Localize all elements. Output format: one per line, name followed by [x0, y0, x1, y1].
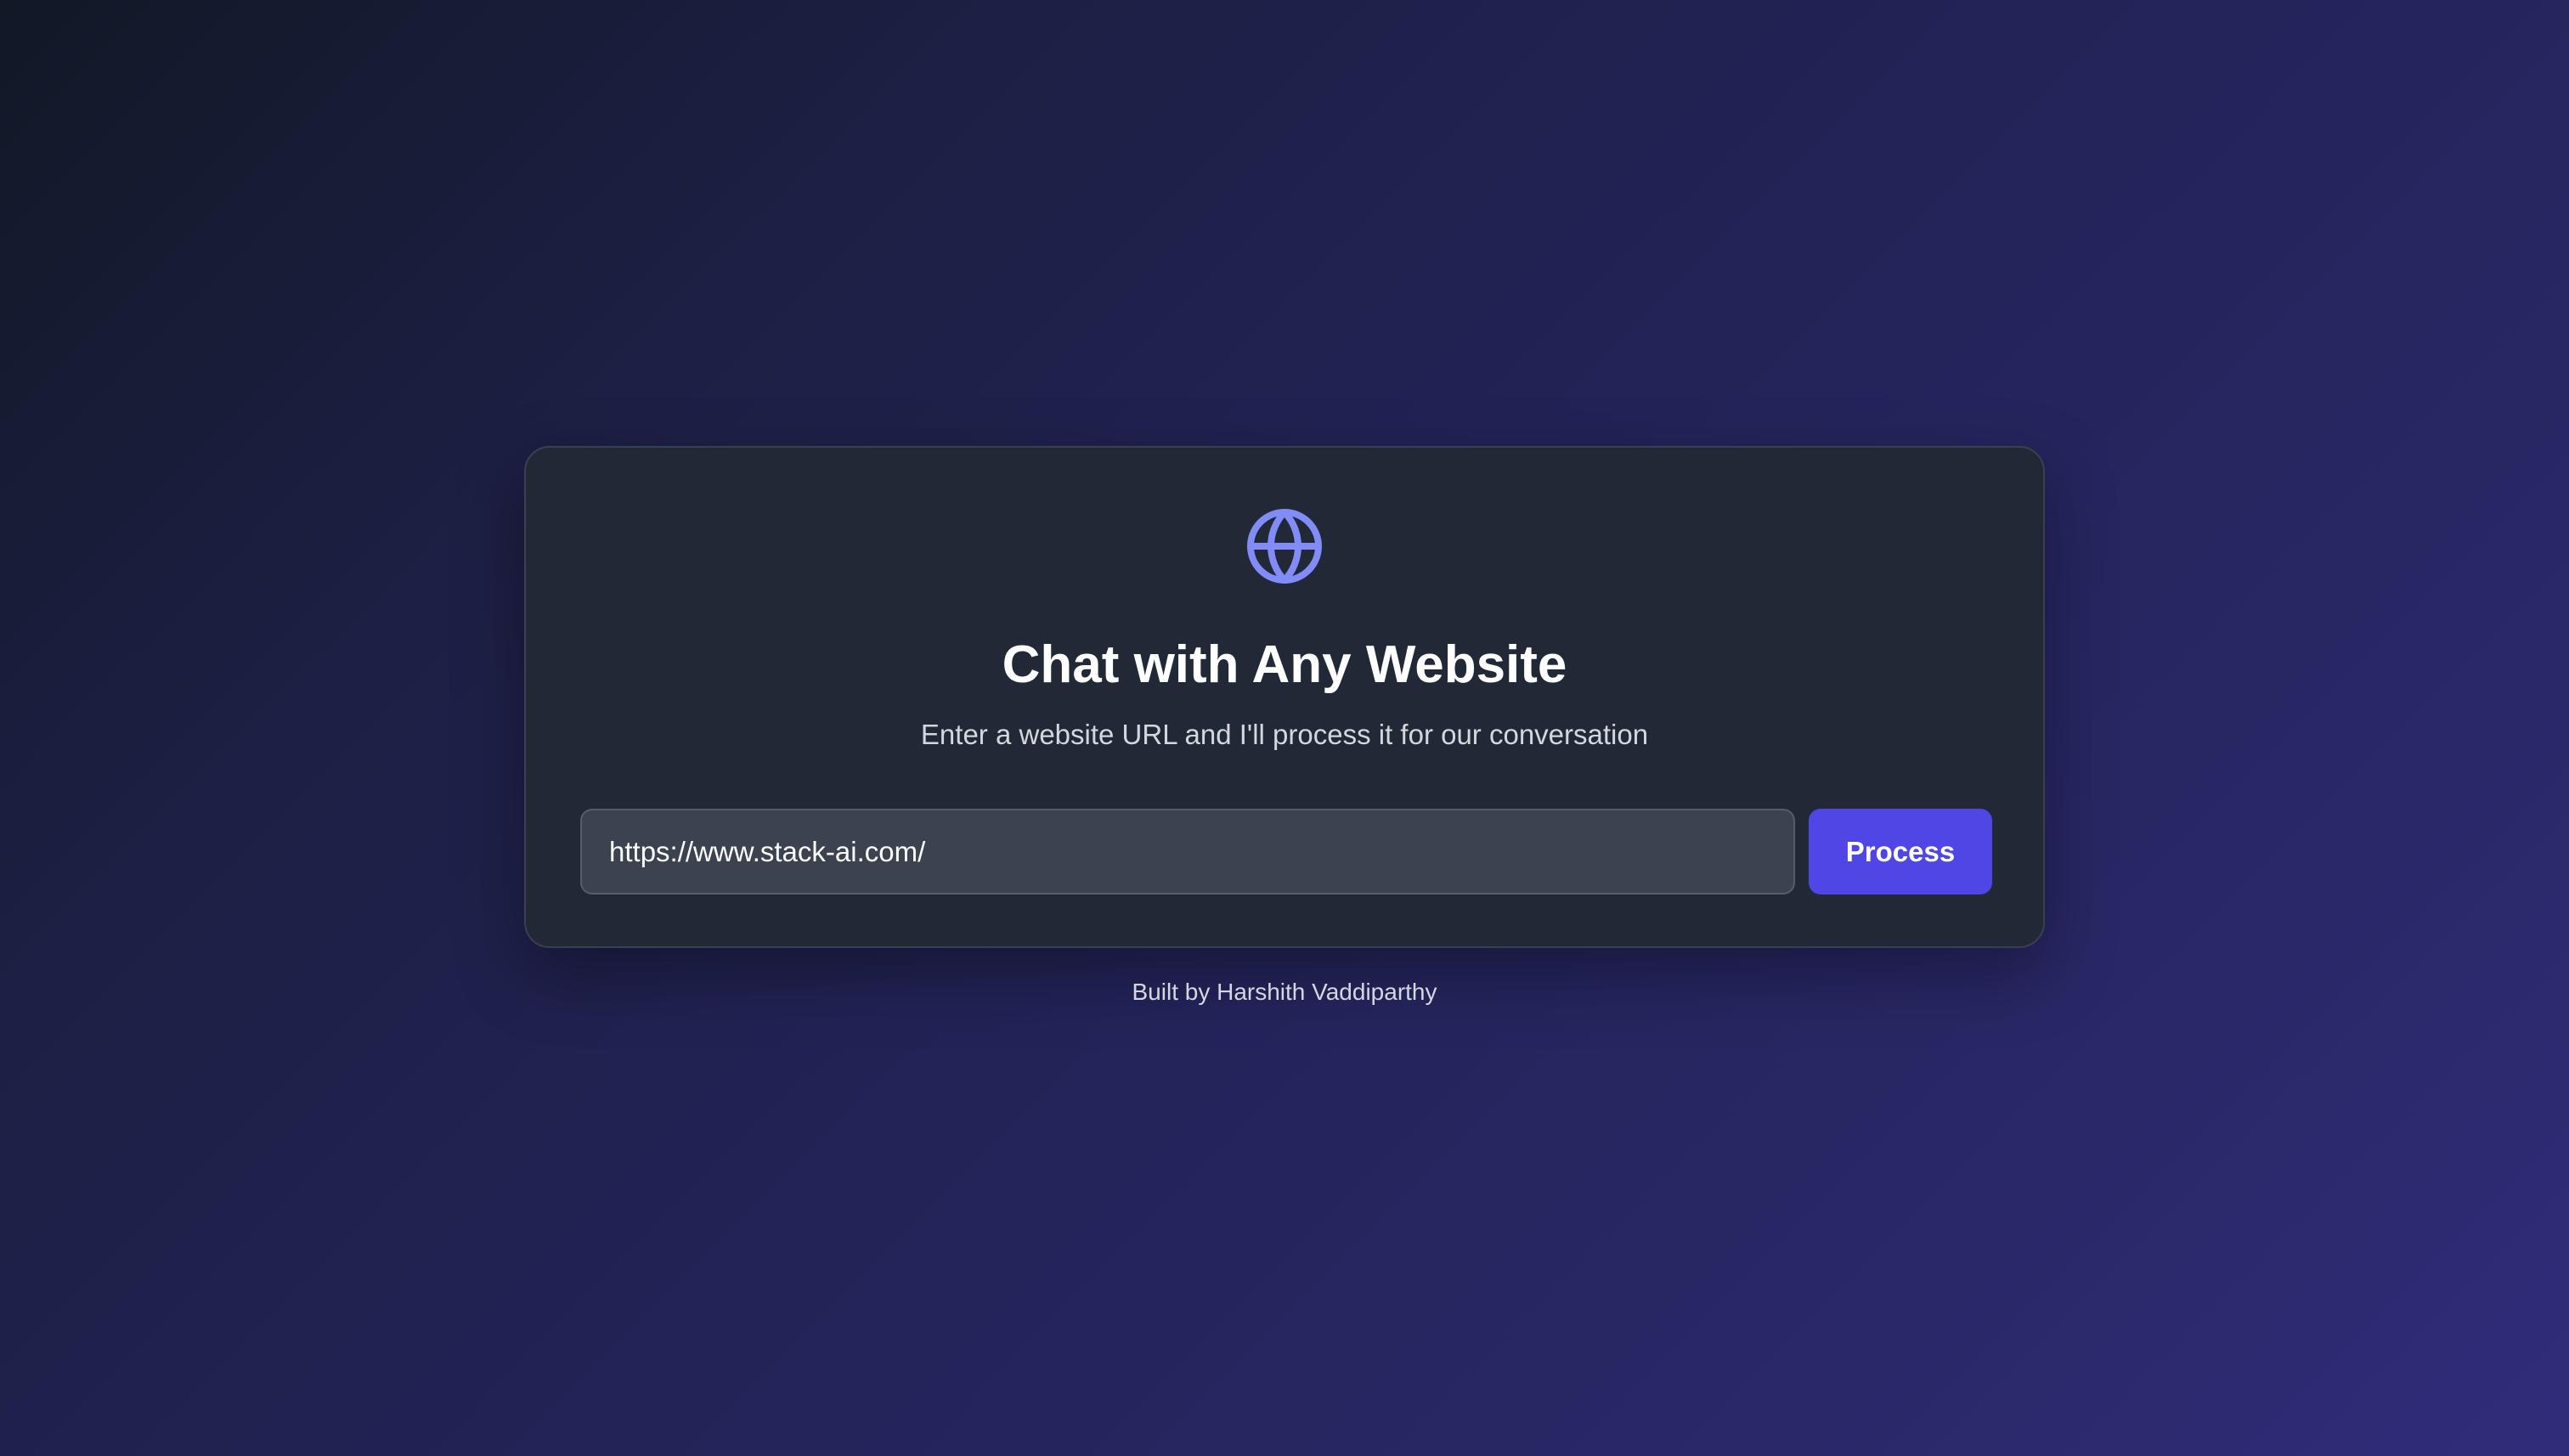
footer-credit: Built by Harshith Vaddiparthy: [1132, 979, 1437, 1005]
globe-icon: [1244, 505, 1325, 587]
process-button[interactable]: Process: [1809, 809, 1992, 894]
page-subtitle: Enter a website URL and I'll process it …: [920, 719, 1649, 750]
page-title: Chat with Any Website: [1002, 635, 1567, 694]
url-card: Chat with Any Website Enter a website UR…: [524, 446, 2045, 948]
url-input[interactable]: [580, 809, 1795, 894]
